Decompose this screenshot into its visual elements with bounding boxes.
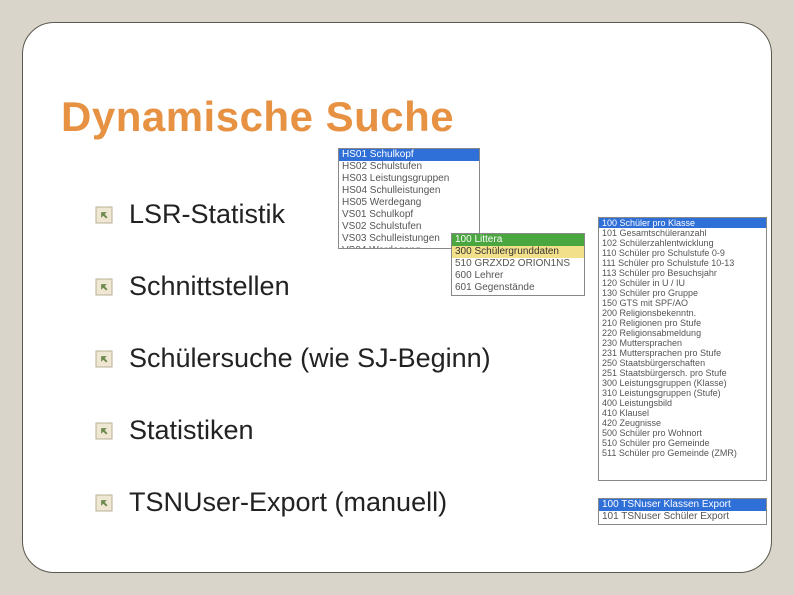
- bullet-text: TSNUser-Export (manuell): [129, 487, 447, 518]
- list-row: 120 Schüler in U / IU: [599, 278, 766, 288]
- slide-frame: Dynamische Suche LSR-Statistik Schnittst…: [22, 22, 772, 573]
- bullet-item: TSNUser-Export (manuell): [95, 466, 491, 538]
- list-row: 510 Schüler pro Gemeinde: [599, 438, 766, 448]
- list-row: 300 Schülergrunddaten: [452, 246, 584, 258]
- slide-title: Dynamische Suche: [61, 93, 454, 141]
- list-row: 410 Klausel: [599, 408, 766, 418]
- list-row: 251 Staatsbürgersch. pro Stufe: [599, 368, 766, 378]
- list-row: 130 Schüler pro Gruppe: [599, 288, 766, 298]
- panel-schnittstellen: 100 Littera300 Schülergrunddaten510 GRZX…: [451, 233, 585, 296]
- list-row: 300 Leistungsgruppen (Klasse): [599, 378, 766, 388]
- list-row: 510 GRZXD2 ORION1NS: [452, 258, 584, 270]
- list-row: 210 Religionen pro Stufe: [599, 318, 766, 328]
- list-row: 310 Leistungsgruppen (Stufe): [599, 388, 766, 398]
- bullet-item: Schnittstellen: [95, 250, 491, 322]
- list-row: 400 Leistungsbild: [599, 398, 766, 408]
- list-row: 100 Schüler pro Klasse: [599, 218, 766, 228]
- bullet-icon: [95, 278, 113, 296]
- list-row: 101 Gesamtschüleranzahl: [599, 228, 766, 238]
- list-row: 110 Schüler pro Schulstufe 0-9: [599, 248, 766, 258]
- list-row: HS01 Schulkopf: [339, 149, 479, 161]
- list-row: 420 Zeugnisse: [599, 418, 766, 428]
- list-row: 100 Littera: [452, 234, 584, 246]
- list-row: VS02 Schulstufen: [339, 221, 479, 233]
- bullet-text: Schülersuche (wie SJ-Beginn): [129, 343, 491, 374]
- panel-statistiken: 100 Schüler pro Klasse101 Gesamtschülera…: [598, 217, 767, 481]
- list-row: 600 Lehrer: [452, 270, 584, 282]
- list-row: HS05 Werdegang: [339, 197, 479, 209]
- list-row: 500 Schüler pro Wohnort: [599, 428, 766, 438]
- list-row: HS02 Schulstufen: [339, 161, 479, 173]
- list-row: 230 Muttersprachen: [599, 338, 766, 348]
- bullet-icon: [95, 494, 113, 512]
- bullet-item: Schülersuche (wie SJ-Beginn): [95, 322, 491, 394]
- bullet-icon: [95, 350, 113, 368]
- list-row: 113 Schüler pro Besuchsjahr: [599, 268, 766, 278]
- list-row: VS01 Schulkopf: [339, 209, 479, 221]
- list-row: 511 Schüler pro Gemeinde (ZMR): [599, 448, 766, 458]
- list-row: 231 Muttersprachen pro Stufe: [599, 348, 766, 358]
- list-row: 111 Schüler pro Schulstufe 10-13: [599, 258, 766, 268]
- list-row: 101 TSNuser Schüler Export: [599, 511, 766, 523]
- list-row: 100 TSNuser Klassen Export: [599, 499, 766, 511]
- list-row: 601 Gegenstände: [452, 282, 584, 294]
- bullet-item: Statistiken: [95, 394, 491, 466]
- list-row: HS03 Leistungsgruppen: [339, 173, 479, 185]
- list-row: 220 Religionsabmeldung: [599, 328, 766, 338]
- bullet-text: LSR-Statistik: [129, 199, 285, 230]
- bullet-icon: [95, 206, 113, 224]
- list-row: 150 GTS mit SPF/AO: [599, 298, 766, 308]
- list-row: HS04 Schulleistungen: [339, 185, 479, 197]
- list-row: 250 Staatsbürgerschaften: [599, 358, 766, 368]
- panel-tsnuser: 100 TSNuser Klassen Export101 TSNuser Sc…: [598, 498, 767, 525]
- bullet-icon: [95, 422, 113, 440]
- list-row: 200 Religionsbekenntn.: [599, 308, 766, 318]
- list-row: 102 Schülerzahlentwicklung: [599, 238, 766, 248]
- bullet-text: Statistiken: [129, 415, 254, 446]
- bullet-text: Schnittstellen: [129, 271, 290, 302]
